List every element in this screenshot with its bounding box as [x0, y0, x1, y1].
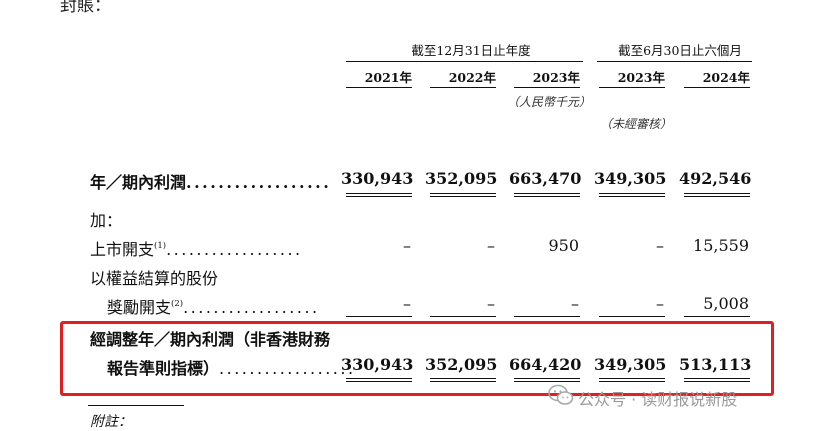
share-comp-2023-h1: – — [656, 294, 664, 313]
row-label-adjusted-line1: 經調整年／期內利潤（非香港財務 — [90, 330, 331, 349]
listing-2023: 950 — [548, 236, 579, 255]
header-group-full-year-rule — [346, 61, 583, 62]
footnote-ref-1: (1) — [154, 241, 167, 251]
year-header-2023: 2023年 — [532, 70, 580, 85]
share-comp-2021: – — [403, 294, 411, 313]
profit-double-rule-2a — [430, 193, 496, 194]
header-group-six-months-rule — [597, 61, 752, 62]
row-label-listing-expenses: 上市開支(1).................. — [90, 240, 303, 259]
year-header-rule-4 — [599, 87, 665, 88]
profit-double-rule-1b — [346, 196, 412, 197]
footnote-divider — [88, 405, 184, 406]
year-header-2022: 2022年 — [448, 70, 496, 85]
watermark-text: 公众号 · 读财报说新股 — [578, 390, 738, 409]
profit-double-rule-3a — [514, 193, 580, 194]
adjusted-2021: 330,943 — [341, 355, 414, 374]
year-header-2021: 2021年 — [364, 70, 412, 85]
listing-2022: – — [487, 236, 495, 255]
listing-2024-h1: 15,559 — [693, 236, 749, 255]
header-group-full-year: 截至12月31日止年度 — [411, 43, 531, 58]
adjusted-2023-h1: 349,305 — [594, 355, 667, 374]
year-header-rule-2 — [430, 87, 496, 88]
share-comp-2022: – — [487, 294, 495, 313]
share-comp-rule-5 — [684, 316, 750, 317]
adjusted-double-rule-2b — [430, 381, 496, 382]
profit-double-rule-4b — [599, 196, 665, 197]
profit-double-rule-1a — [346, 193, 412, 194]
profit-double-rule-3b — [514, 196, 580, 197]
profit-2021: 330,943 — [341, 169, 414, 188]
dot-leader: .................. — [186, 173, 332, 192]
adjusted-2023: 664,420 — [509, 355, 582, 374]
profit-double-rule-2b — [430, 196, 496, 197]
unaudited-note: （未經審核） — [600, 117, 673, 131]
share-comp-rule-1 — [346, 316, 412, 317]
adjusted-double-rule-5b — [684, 381, 750, 382]
footnote-ref-2: (2) — [171, 299, 184, 309]
adjusted-double-rule-3b — [514, 381, 580, 382]
share-comp-rule-4 — [599, 316, 665, 317]
year-header-rule-5 — [684, 87, 750, 88]
row-label-share-comp-line2: 獎勵開支(2).................. — [107, 298, 320, 317]
profit-2023: 663,470 — [509, 169, 582, 188]
profit-double-rule-5b — [684, 196, 750, 197]
adjusted-double-rule-3a — [514, 378, 580, 379]
adjusted-2024-h1: 513,113 — [679, 355, 752, 374]
top-partial-text: 封賬： — [60, 0, 111, 16]
profit-2024-h1: 492,546 — [679, 169, 752, 188]
listing-2023-h1: – — [656, 236, 664, 255]
row-label-profit: 年／期內利潤.................. — [90, 173, 332, 192]
adjusted-double-rule-1b — [346, 381, 412, 382]
header-group-six-months: 截至6月30日止六個月 — [618, 43, 742, 58]
row-label-adjusted-line2: 報告準則指標）.................. — [107, 359, 356, 378]
listing-2021: – — [403, 236, 411, 255]
year-header-rule-1 — [346, 87, 412, 88]
adjusted-double-rule-4b — [599, 381, 665, 382]
share-comp-2024-h1: 5,008 — [703, 294, 749, 313]
adjusted-double-rule-2a — [430, 378, 496, 379]
year-header-rule-3 — [514, 87, 580, 88]
profit-double-rule-5a — [684, 193, 750, 194]
adjusted-double-rule-5a — [684, 378, 750, 379]
profit-2023-h1: 349,305 — [594, 169, 667, 188]
wechat-icon — [548, 384, 574, 405]
adjusted-2022: 352,095 — [425, 355, 498, 374]
row-label-share-comp-line1: 以權益結算的股份 — [90, 269, 219, 288]
adjusted-double-rule-1a — [346, 378, 412, 379]
row-label-add: 加： — [90, 211, 123, 230]
year-header-2023-h1: 2023年 — [617, 70, 665, 85]
profit-double-rule-4a — [599, 193, 665, 194]
year-header-2024-h1: 2024年 — [702, 70, 750, 85]
share-comp-rule-2 — [430, 316, 496, 317]
share-comp-2023: – — [571, 294, 579, 313]
adjusted-double-rule-4a — [599, 378, 665, 379]
profit-2022: 352,095 — [425, 169, 498, 188]
footnote-label: 附註： — [90, 414, 132, 430]
share-comp-rule-3 — [514, 316, 580, 317]
currency-unit-note: （人民幣千元） — [507, 95, 592, 109]
